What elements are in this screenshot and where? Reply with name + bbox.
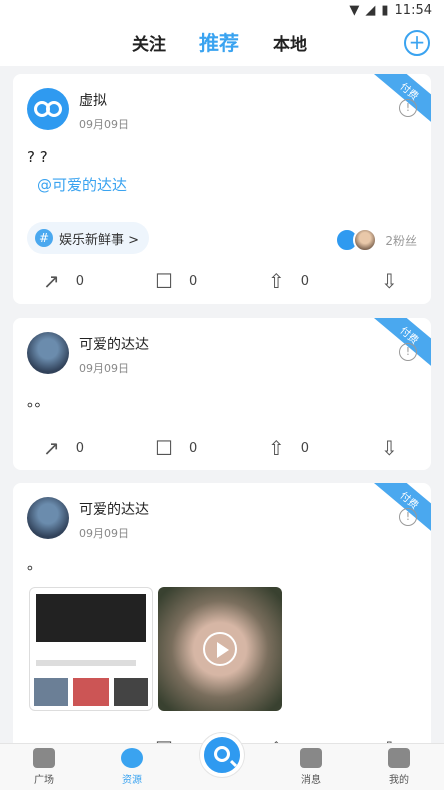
nav-me[interactable]: 我的 (369, 748, 429, 786)
nav-label: 消息 (301, 775, 321, 786)
paid-badge: 付费 (368, 74, 431, 128)
wifi-icon: ▼ (349, 3, 360, 18)
report-icon[interactable]: ! (399, 343, 417, 361)
paid-badge: 付费 (368, 318, 431, 372)
tab-recommended[interactable]: 推荐 (199, 27, 239, 56)
search-icon (214, 746, 230, 762)
planet-icon (121, 748, 143, 768)
share-count: 0 (75, 440, 85, 456)
downvote-button[interactable]: ⇩ (381, 436, 398, 460)
avatar[interactable] (27, 88, 69, 130)
comment-count: 0 (188, 440, 198, 456)
home-icon (33, 748, 55, 768)
arrow-down-icon: ⇩ (381, 269, 398, 293)
share-count: 0 (75, 273, 85, 289)
arrow-up-icon: ⇧ (268, 269, 285, 293)
report-icon[interactable]: ! (399, 508, 417, 526)
signal-icon: ◢ (365, 3, 376, 18)
fans-info[interactable]: 2粉丝 (335, 228, 417, 252)
upvote-button[interactable]: ⇧0 (268, 269, 309, 293)
fans-count: 2粉丝 (385, 233, 417, 248)
feed: 付费 虚拟 09月09日 ! ? ? @可爱的达达 # 娱乐新鲜事 > 2粉丝 … (0, 66, 444, 744)
tab-local[interactable]: 本地 (273, 30, 307, 55)
plus-circle-icon[interactable]: + (404, 30, 430, 56)
user-icon (388, 748, 410, 768)
avatar[interactable] (27, 332, 69, 374)
arrow-up-icon: ⇧ (268, 436, 285, 460)
post-date: 09月09日 (79, 527, 129, 540)
battery-icon: ▮ (381, 3, 389, 18)
status-time: 11:54 (394, 3, 432, 18)
nav-label: 我的 (389, 775, 409, 786)
avatar[interactable] (27, 497, 69, 539)
mention-link[interactable]: @可爱的达达 (37, 174, 127, 195)
post-card[interactable]: 付费 可爱的达达 09月09日 ! 。。 ↗ 0 ☐ 0 ⇧ 0 ⇩ (13, 318, 431, 470)
username[interactable]: 可爱的达达 (79, 499, 149, 519)
username[interactable]: 可爱的达达 (79, 334, 149, 354)
downvote-button[interactable]: ⇩ (381, 269, 398, 293)
share-button[interactable]: ↗0 (43, 269, 84, 293)
comment-button[interactable]: ☐0 (155, 436, 197, 460)
topic-label: 娱乐新鲜事 > (59, 232, 140, 248)
post-text: ? ? (27, 148, 48, 166)
post-actions: ↗0 ☐0 ⇧0 ⇩ (13, 436, 431, 462)
hash-icon: # (35, 229, 53, 247)
post-date: 09月09日 (79, 362, 129, 375)
nav-label: 广场 (34, 775, 54, 786)
post-video[interactable] (158, 587, 282, 711)
share-icon: ↗ (43, 269, 60, 293)
nav-square[interactable]: 广场 (14, 748, 74, 786)
paid-badge: 付费 (368, 483, 431, 537)
share-button[interactable]: ↗0 (43, 436, 84, 460)
status-bar: ▼ ◢ ▮ 11:54 (0, 0, 444, 24)
post-image[interactable] (29, 587, 153, 711)
tab-following[interactable]: 关注 (132, 30, 166, 55)
post-date: 09月09日 (79, 118, 129, 131)
arrow-down-icon: ⇩ (381, 436, 398, 460)
post-text: 。。 (27, 392, 50, 410)
upvote-button[interactable]: ⇧0 (268, 436, 309, 460)
nav-label: 资源 (122, 775, 142, 786)
post-card[interactable]: 付费 虚拟 09月09日 ! ? ? @可爱的达达 # 娱乐新鲜事 > 2粉丝 … (13, 74, 431, 304)
comment-icon: ☐ (155, 436, 173, 460)
username[interactable]: 虚拟 (79, 90, 107, 110)
search-button[interactable] (200, 733, 244, 777)
top-nav: 关注 推荐 本地 + (0, 24, 444, 66)
report-icon[interactable]: ! (399, 99, 417, 117)
play-icon[interactable] (203, 632, 237, 666)
comment-icon: ☐ (155, 269, 173, 293)
nav-resources[interactable]: 资源 (102, 748, 162, 786)
bell-icon (300, 748, 322, 768)
comment-button[interactable]: ☐0 (155, 269, 197, 293)
nav-messages[interactable]: 消息 (281, 748, 341, 786)
upvote-count: 0 (300, 273, 310, 289)
post-actions: ↗0 ☐0 ⇧0 ⇩ (13, 269, 431, 295)
share-icon: ↗ (43, 436, 60, 460)
fan-avatar (353, 228, 378, 252)
post-text: 。 (27, 555, 43, 573)
topic-chip[interactable]: # 娱乐新鲜事 > (27, 222, 150, 254)
post-card[interactable]: 付费 可爱的达达 09月09日 ! 。 ↗0 ☐0 ⇧0 ⇩ (13, 483, 431, 744)
upvote-count: 0 (300, 440, 310, 456)
comment-count: 0 (188, 273, 198, 289)
